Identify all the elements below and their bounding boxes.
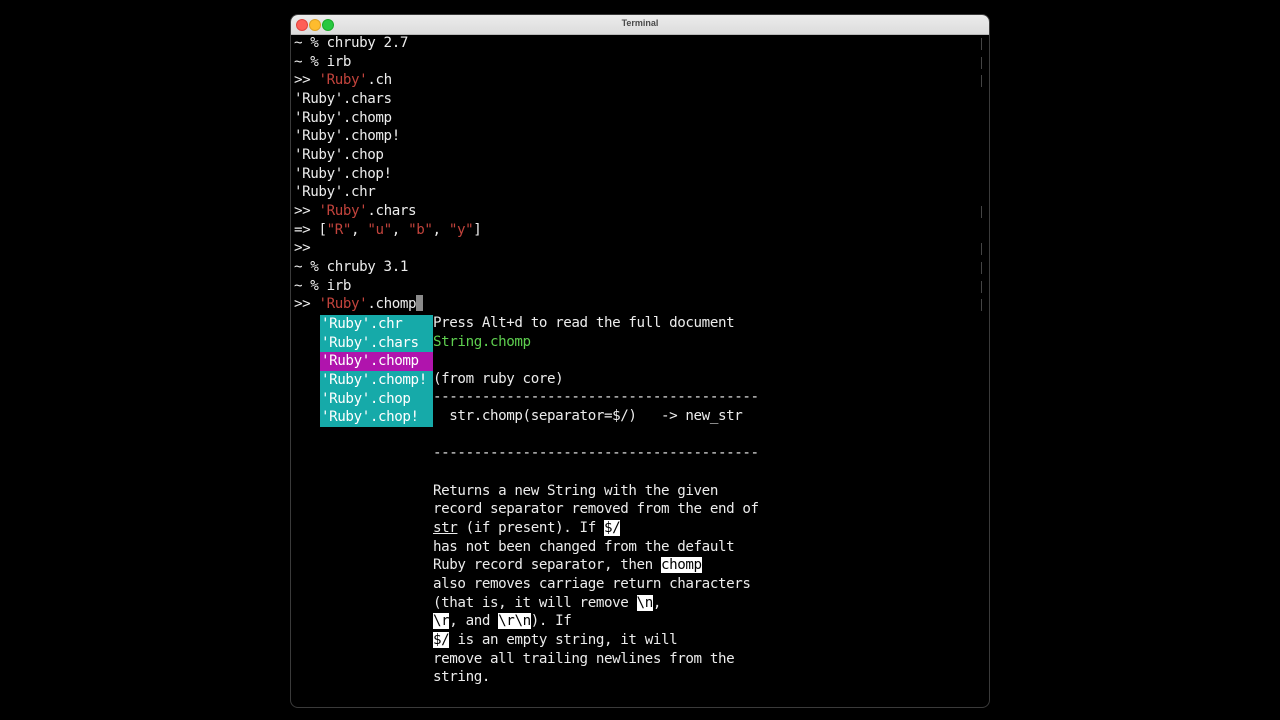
line-marker: [981, 243, 982, 255]
doc-text: \r, and \r\n). If: [433, 612, 572, 631]
separator: ,: [432, 222, 449, 238]
doc-text: record separator removed from the end of: [433, 501, 759, 517]
array-item: "R": [326, 222, 352, 238]
completion-item[interactable]: 'Ruby'.chop: [320, 389, 433, 409]
array-item: "u": [367, 222, 392, 238]
doc-code-highlight: $/: [604, 520, 621, 536]
irb-input-line[interactable]: >> 'Ruby'.chomp: [294, 295, 424, 314]
shell-line: ~ % irb: [294, 54, 351, 70]
array-item: "b": [408, 222, 433, 238]
result-arrow: =>: [294, 222, 311, 238]
doc-code-highlight: chomp: [660, 557, 702, 573]
doc-text: Returns a new String with the given: [433, 483, 718, 499]
completion-line: 'Ruby'.chars: [294, 91, 392, 107]
result-line: => ["R", "u", "b", "y"]: [294, 221, 482, 240]
completion-item[interactable]: 'Ruby'.chomp!: [320, 371, 433, 390]
doc-code-highlight: \n: [636, 595, 653, 611]
method-call: .chomp: [367, 296, 417, 312]
prompt: >>: [294, 72, 311, 88]
method-call: .chars: [367, 203, 417, 219]
doc-code-highlight: \r: [433, 613, 450, 629]
doc-text-span: (if present). If: [457, 520, 604, 536]
doc-text: $/ is an empty string, it will: [433, 631, 678, 650]
completion-line: 'Ruby'.chop: [294, 147, 384, 163]
doc-code-highlight: $/: [433, 632, 450, 648]
prompt: >>: [294, 296, 311, 312]
prompt-line: >>: [294, 239, 311, 258]
doc-text: (that is, it will remove \n,: [433, 594, 661, 613]
doc-text: Ruby record separator, then chomp: [433, 556, 702, 575]
line-marker: [981, 57, 982, 69]
doc-text-span: is an empty string, it will: [449, 632, 678, 648]
doc-source: (from ruby core): [433, 371, 564, 387]
completion-item[interactable]: 'Ruby'.chars: [320, 333, 433, 353]
line-marker: [981, 38, 982, 50]
string-literal: 'Ruby': [318, 296, 368, 312]
shell-line: ~ % irb: [294, 278, 351, 294]
doc-signature: str.chomp(separator=$/) -> new_str: [433, 408, 743, 424]
doc-code-highlight: \r\n: [498, 613, 531, 629]
string-literal: 'Ruby': [318, 203, 368, 219]
line-marker: [981, 75, 982, 87]
completion-menu[interactable]: 'Ruby'.chr 'Ruby'.chars 'Ruby'.chomp 'Ru…: [320, 315, 433, 428]
doc-code-underlined: str: [433, 520, 458, 536]
doc-method-name: String.chomp: [433, 334, 531, 350]
shell-line: ~ % chruby 3.1: [294, 259, 408, 275]
terminal-content[interactable]: ~ % chruby 2.7 ~ % irb >> 'Ruby'.ch 'Rub…: [294, 34, 984, 706]
doc-text: also removes carriage return characters: [433, 576, 751, 592]
doc-text: str (if present). If $/: [433, 519, 621, 538]
doc-rule: ----------------------------------------: [433, 389, 759, 405]
line-marker: [981, 281, 982, 293]
completion-line: 'Ruby'.chomp!: [294, 128, 400, 144]
doc-text-span: , and: [449, 613, 499, 629]
doc-text-span: Ruby record separator, then: [433, 557, 661, 573]
doc-text: string.: [433, 669, 490, 685]
completion-item[interactable]: 'Ruby'.chop!: [320, 408, 433, 428]
prompt: >>: [294, 203, 311, 219]
line-marker: [981, 299, 982, 311]
irb-input-line: >> 'Ruby'.ch: [294, 71, 392, 90]
bracket: ]: [473, 222, 482, 238]
window-title: Terminal: [621, 18, 659, 28]
doc-text-span: ). If: [530, 613, 572, 629]
bracket: [: [318, 222, 327, 238]
line-marker: [981, 262, 982, 274]
text-cursor: [416, 295, 424, 311]
completion-item-selected[interactable]: 'Ruby'.chomp: [320, 352, 433, 372]
doc-text-span: ,: [652, 595, 662, 611]
separator: ,: [391, 222, 409, 238]
irb-input-line: >> 'Ruby'.chars: [294, 202, 417, 221]
array-item: "y": [448, 222, 474, 238]
completion-item[interactable]: 'Ruby'.chr: [320, 315, 433, 334]
doc-hint: Press Alt+d to read the full document: [433, 315, 735, 331]
completion-line: 'Ruby'.chr: [294, 184, 376, 200]
completion-line: 'Ruby'.chop!: [294, 166, 392, 182]
prompt: >>: [294, 240, 311, 256]
terminal-window: Terminal ~ % chruby 2.7 ~ % irb >> 'Ruby…: [290, 14, 990, 708]
title-bar: Terminal: [291, 15, 989, 35]
doc-rule: ----------------------------------------: [433, 445, 759, 461]
doc-text-span: (that is, it will remove: [433, 595, 637, 611]
method-call: .ch: [367, 72, 392, 88]
line-marker: [981, 206, 982, 218]
separator: ,: [351, 222, 368, 238]
string-literal: 'Ruby': [318, 72, 368, 88]
completion-line: 'Ruby'.chomp: [294, 110, 392, 126]
doc-text: remove all trailing newlines from the: [433, 651, 735, 667]
doc-text: has not been changed from the default: [433, 539, 735, 555]
shell-line: ~ % chruby 2.7: [294, 35, 408, 51]
